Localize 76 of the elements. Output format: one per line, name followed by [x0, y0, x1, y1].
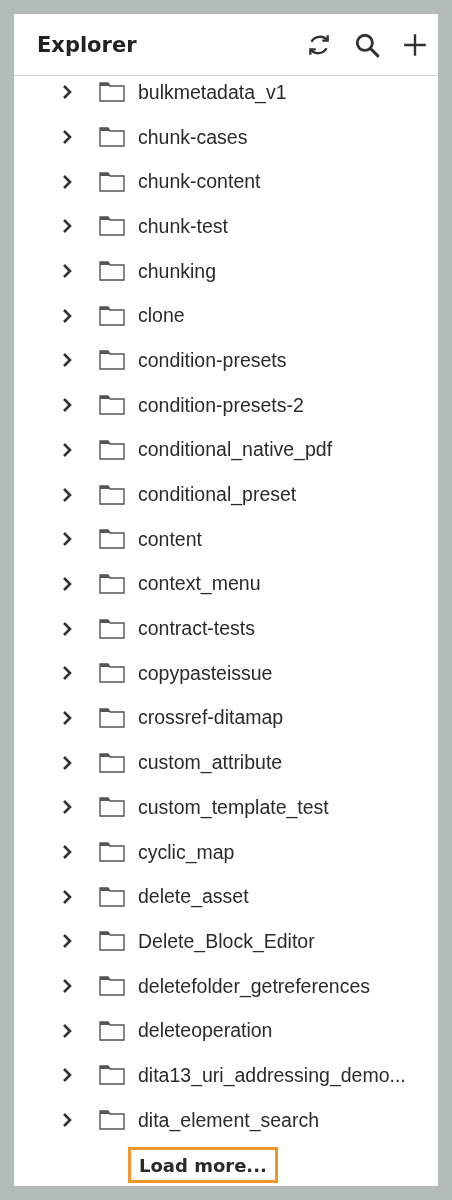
folder-name[interactable]: dita13_uri_addressing_demo...	[138, 1063, 406, 1087]
chevron-icon[interactable]	[61, 665, 73, 682]
chevron-icon[interactable]	[61, 129, 73, 146]
folder-icon	[99, 171, 125, 192]
chevron-icon[interactable]	[61, 173, 73, 190]
folder-name[interactable]: context_menu	[138, 572, 261, 596]
chevron-icon[interactable]	[61, 218, 73, 235]
folder-name[interactable]: condition-presets	[138, 348, 287, 372]
folder-icon	[99, 305, 125, 326]
chevron-icon[interactable]	[61, 397, 73, 414]
chevron-icon[interactable]	[61, 1112, 73, 1129]
folder-name[interactable]: delete_asset	[138, 885, 249, 909]
folder-name[interactable]: dita_element_search	[138, 1108, 320, 1132]
chevron-icon[interactable]	[61, 844, 73, 861]
folder-name[interactable]: chunk-cases	[138, 125, 248, 149]
folder-icon	[99, 663, 125, 684]
chevron-icon[interactable]	[61, 352, 73, 369]
chevron-icon[interactable]	[61, 263, 73, 280]
chevron-icon[interactable]	[61, 709, 73, 726]
folder-icon	[99, 618, 125, 639]
folder-icon	[99, 439, 125, 460]
folder-icon	[99, 82, 125, 103]
folder-icon	[99, 1065, 125, 1086]
chevron-icon[interactable]	[61, 620, 73, 637]
folder-icon	[99, 127, 125, 148]
folder-icon	[99, 573, 125, 594]
folder-name[interactable]: content	[138, 527, 202, 551]
chevron-icon[interactable]	[61, 933, 73, 950]
chevron-icon[interactable]	[61, 307, 73, 324]
folder-icon	[99, 350, 125, 371]
folder-name[interactable]: bulkmetadata_v1	[138, 80, 287, 104]
folder-name[interactable]: deleteoperation	[138, 1019, 273, 1043]
folder-name[interactable]: conditional_preset	[138, 483, 297, 507]
chevron-icon[interactable]	[61, 888, 73, 905]
folder-icon	[99, 752, 125, 773]
chevron-icon[interactable]	[61, 486, 73, 503]
folder-icon	[99, 261, 125, 282]
folder-name[interactable]: chunking	[138, 259, 217, 283]
folder-name[interactable]: clone	[138, 304, 185, 328]
folder-name[interactable]: Delete_Block_Editor	[138, 929, 315, 953]
folder-name[interactable]: condition-presets-2	[138, 393, 304, 417]
folder-name[interactable]: chunk-test	[138, 214, 228, 238]
folder-name[interactable]: contract-tests	[138, 617, 256, 641]
chevron-icon[interactable]	[61, 531, 73, 548]
chevron-icon[interactable]	[61, 799, 73, 816]
chevron-icon[interactable]	[61, 575, 73, 592]
chevron-icon[interactable]	[61, 1022, 73, 1039]
folder-icon	[99, 886, 125, 907]
folder-icon	[99, 931, 125, 952]
folder-icon	[99, 529, 125, 550]
chevron-icon[interactable]	[61, 84, 73, 101]
chevron-icon[interactable]	[61, 441, 73, 458]
chevron-icon[interactable]	[61, 1067, 73, 1084]
folder-icon	[99, 395, 125, 416]
folder-icon	[99, 1110, 125, 1131]
search-icon[interactable]	[354, 31, 380, 58]
folder-name[interactable]: cyclic_map	[138, 840, 235, 864]
folder-icon	[99, 707, 125, 728]
folder-icon	[99, 976, 125, 997]
folder-name[interactable]: crossref-ditamap	[138, 706, 284, 730]
panel-title: Explorer	[37, 32, 138, 57]
folder-name[interactable]: deletefolder_getreferences	[138, 974, 370, 998]
add-icon[interactable]	[402, 31, 428, 58]
folder-name[interactable]: custom_template_test	[138, 795, 329, 819]
folder-name[interactable]: chunk-content	[138, 170, 261, 194]
folder-name[interactable]: conditional_native_pdf	[138, 438, 333, 462]
folder-icon	[99, 842, 125, 863]
load-more-button[interactable]: Load more...	[128, 1146, 278, 1183]
folder-name[interactable]: custom_attribute	[138, 751, 283, 775]
folder-icon	[99, 484, 125, 505]
folder-icon	[99, 1020, 125, 1041]
folder-icon	[99, 797, 125, 818]
chevron-icon[interactable]	[61, 754, 73, 771]
folder-icon	[99, 216, 125, 237]
folder-name[interactable]: copypasteissue	[138, 661, 273, 685]
chevron-icon[interactable]	[61, 978, 73, 995]
